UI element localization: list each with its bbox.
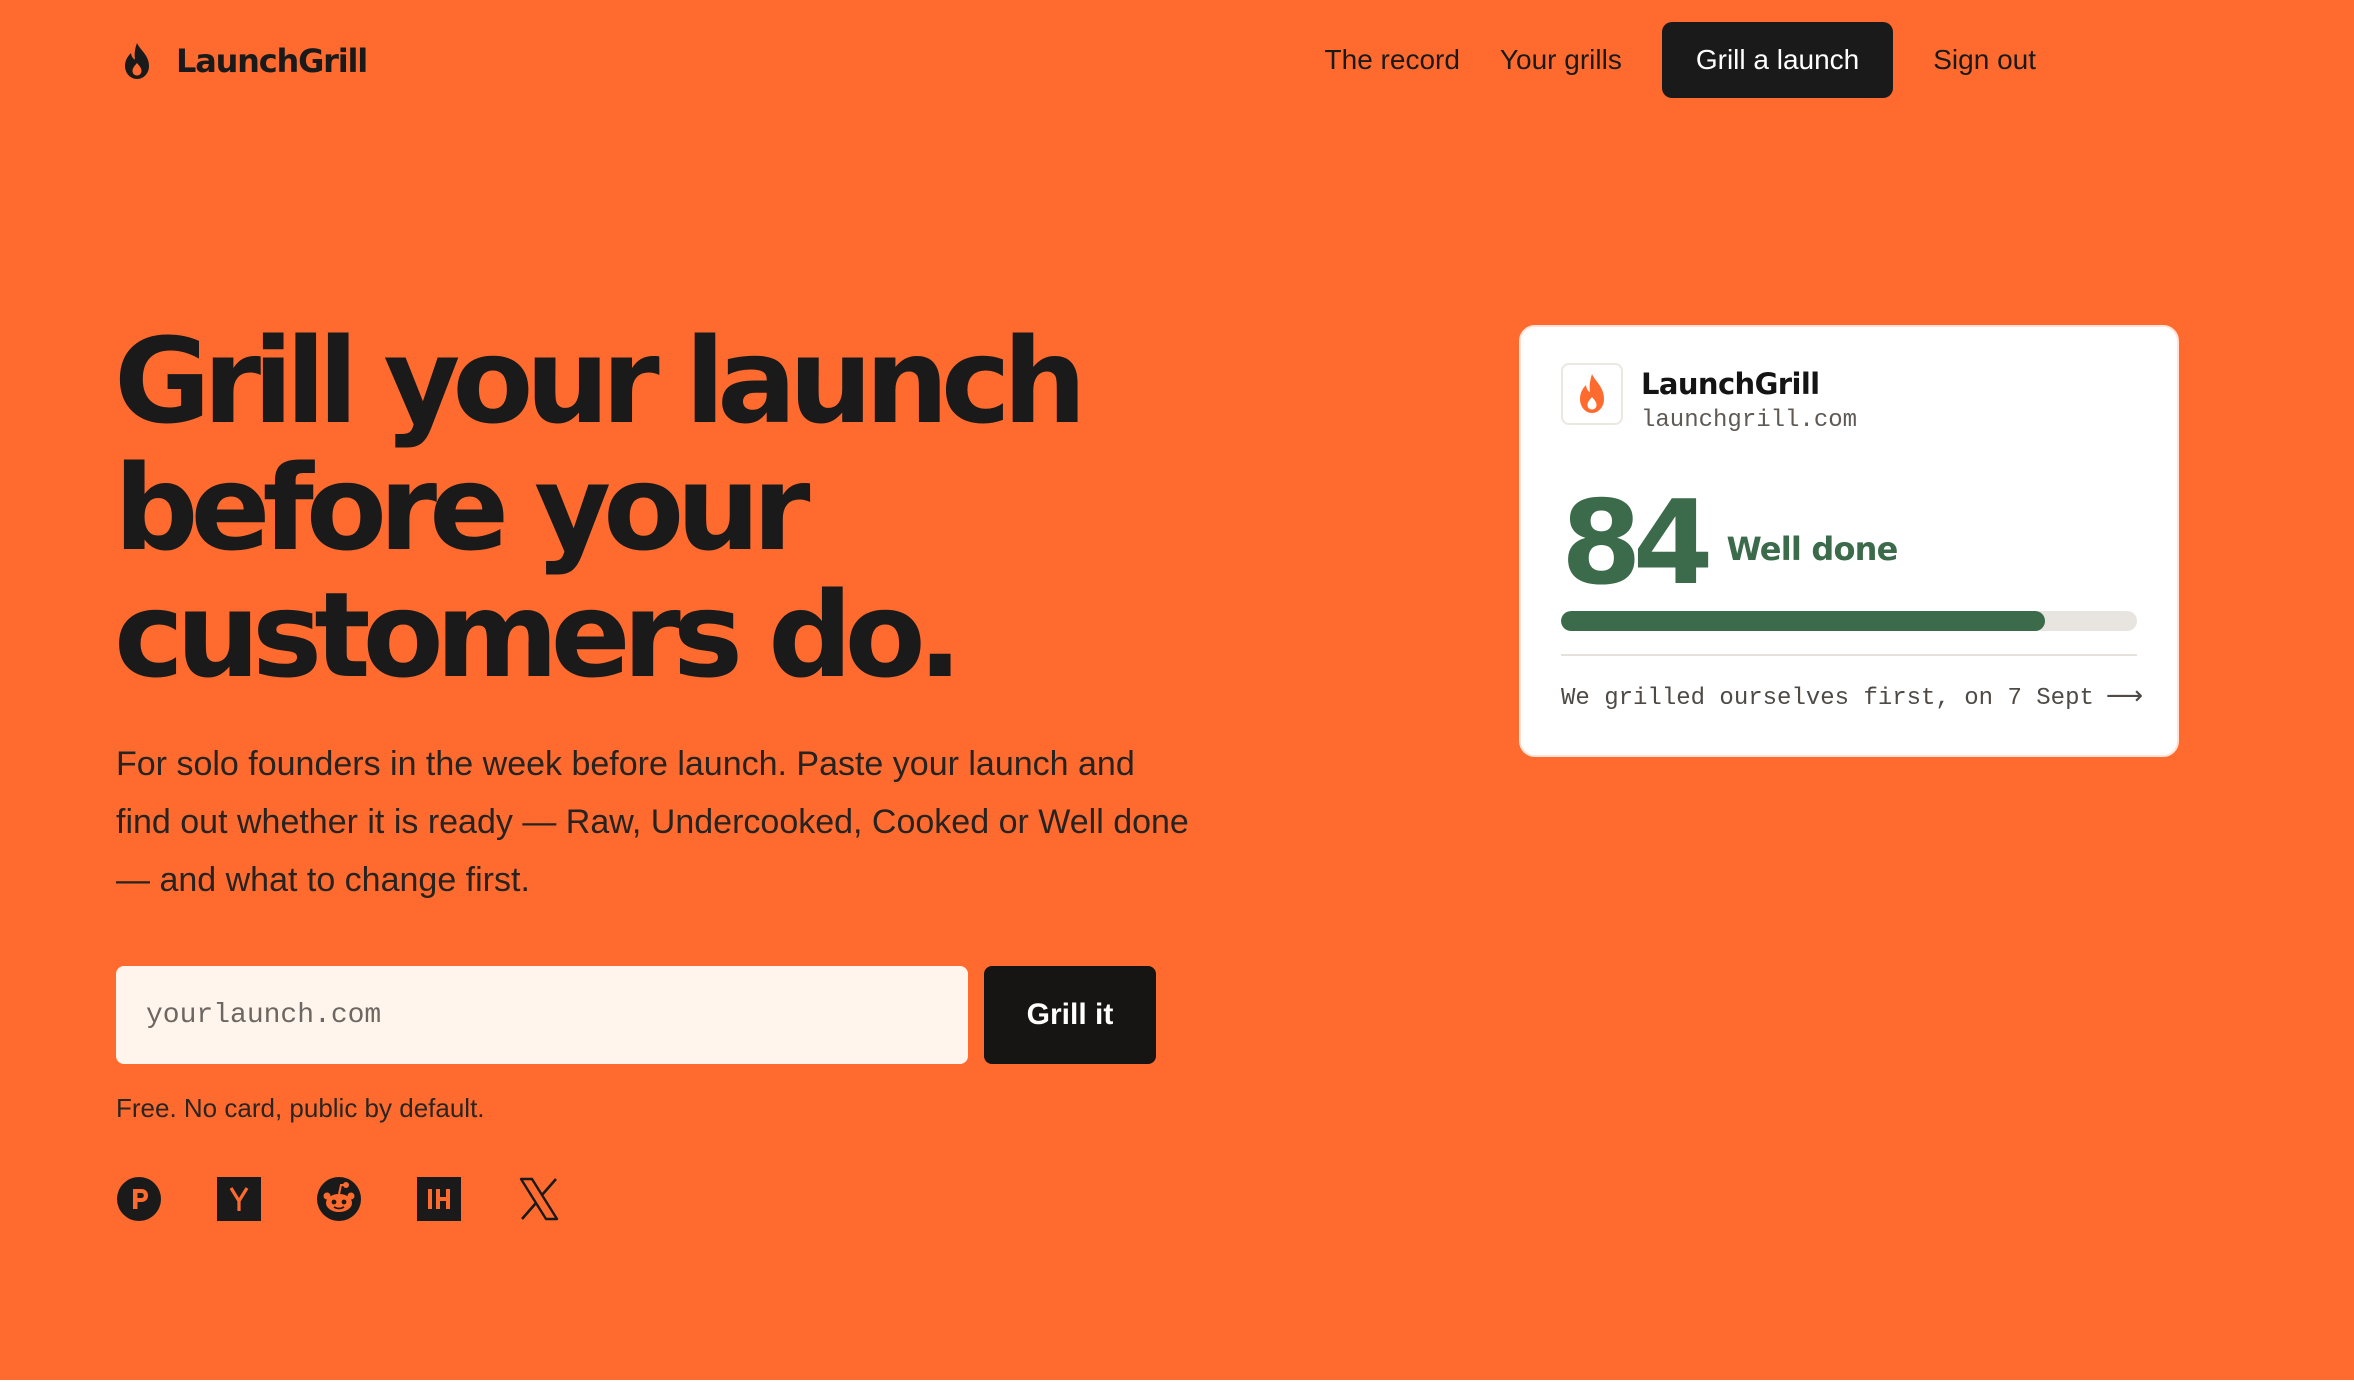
- launch-url-input[interactable]: [116, 966, 968, 1064]
- platform-icons: [116, 1176, 562, 1222]
- nav-link-your-grills[interactable]: Your grills: [1500, 44, 1622, 76]
- headline-line: customers do.: [114, 566, 963, 704]
- headline-line: before your: [114, 439, 810, 577]
- product-hunt-icon[interactable]: [116, 1176, 162, 1222]
- card-product-domain: launchgrill.com: [1641, 407, 1858, 434]
- brand-name: LaunchGrill: [176, 42, 368, 80]
- indie-hackers-icon[interactable]: [416, 1176, 462, 1222]
- x-icon[interactable]: [516, 1176, 562, 1222]
- hacker-news-icon[interactable]: [216, 1176, 262, 1222]
- flame-icon: [125, 43, 149, 79]
- card-product-name: LaunchGrill: [1641, 367, 1820, 401]
- card-divider: [1561, 654, 2137, 656]
- card-logo: [1561, 363, 1623, 425]
- headline-line: Grill your launch: [114, 312, 1087, 450]
- reddit-icon[interactable]: [316, 1176, 362, 1222]
- grill-form: Grill it: [116, 966, 1156, 1064]
- landing-page: LaunchGrill The record Your grills Grill…: [0, 0, 2354, 1380]
- card-title-block: LaunchGrill launchgrill.com: [1641, 363, 1857, 435]
- score-card: LaunchGrill launchgrill.com 84 Well done…: [1519, 325, 2179, 757]
- nav-link-the-record[interactable]: The record: [1325, 44, 1460, 76]
- form-note: Free. No card, public by default.: [116, 1093, 485, 1123]
- brand-logo-link[interactable]: LaunchGrill: [116, 36, 368, 86]
- score-progress-fill: [1561, 611, 2045, 631]
- hero-subhead: For solo founders in the week before lau…: [116, 745, 1189, 899]
- grill-it-button[interactable]: Grill it: [984, 966, 1156, 1064]
- card-footer-text: We grilled ourselves first, on 7 Sept: [1561, 685, 2094, 712]
- card-header: LaunchGrill launchgrill.com: [1561, 363, 2137, 435]
- score-value: 84: [1561, 476, 1713, 611]
- grill-a-launch-button[interactable]: Grill a launch: [1661, 22, 1894, 98]
- arrow-right-icon: ⟶: [2105, 681, 2144, 711]
- score-verdict: Well done: [1726, 530, 1898, 568]
- score-display: 84 Well done: [1561, 479, 1898, 609]
- main-nav: The record Your grills Grill a launch Si…: [1325, 22, 2036, 98]
- hero-headline: Grill your launch before your customers …: [114, 318, 1174, 699]
- grilled-ourselves-link[interactable]: We grilled ourselves first, on 7 Sept ⟶: [1561, 681, 2143, 714]
- sign-out-link[interactable]: Sign out: [1933, 44, 2036, 76]
- score-progress-bar: [1561, 611, 2137, 631]
- flame-icon: [1580, 374, 1604, 413]
